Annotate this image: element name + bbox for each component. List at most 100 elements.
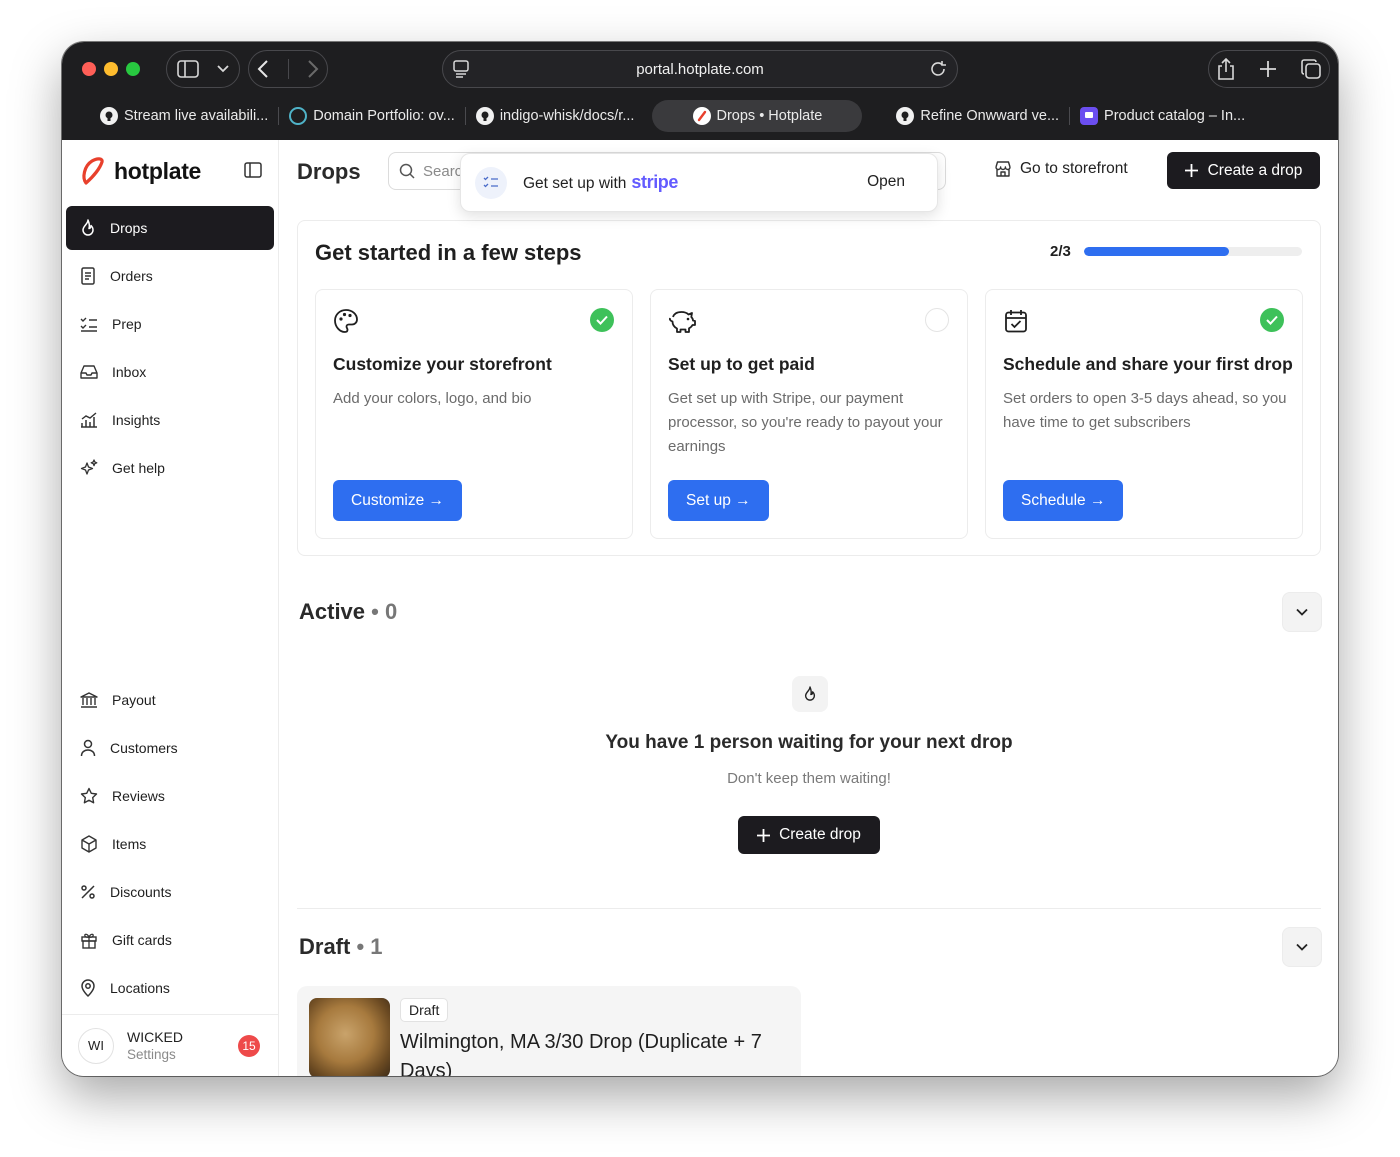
page-title: Drops bbox=[297, 159, 361, 184]
step-card-get-paid: Set up to get paid Get set up with Strip… bbox=[650, 289, 968, 539]
sidebar-item-get-help[interactable]: Get help bbox=[66, 446, 274, 490]
domain-icon bbox=[289, 107, 308, 125]
collapse-sidebar-icon[interactable] bbox=[244, 162, 262, 178]
sidebar-item-orders[interactable]: Orders bbox=[66, 254, 274, 298]
box-icon bbox=[81, 835, 97, 853]
draft-count: 1 bbox=[370, 934, 383, 959]
draft-drop-card[interactable]: Draft Wilmington, MA 3/30 Drop (Duplicat… bbox=[297, 986, 801, 1076]
percent-icon bbox=[81, 885, 95, 899]
stripe-logo: stripe bbox=[631, 172, 679, 192]
piggy-bank-icon bbox=[668, 311, 696, 333]
active-collapse-button[interactable] bbox=[1282, 592, 1322, 632]
sidebar-item-locations[interactable]: Locations bbox=[66, 966, 274, 1010]
new-tab-icon[interactable] bbox=[1259, 60, 1277, 78]
customize-button[interactable]: Customize → bbox=[333, 480, 463, 521]
brand-name: hotplate bbox=[114, 157, 202, 184]
browser-tab-active[interactable]: Drops • Hotplate bbox=[652, 100, 863, 132]
checklist-icon bbox=[80, 317, 97, 332]
palette-icon bbox=[334, 309, 358, 333]
search-icon bbox=[399, 163, 415, 179]
browser-sidebar-toggle[interactable] bbox=[166, 50, 240, 88]
popup-text: Get set up with bbox=[523, 175, 627, 192]
sidebar-item-items[interactable]: Items bbox=[66, 822, 274, 866]
stripe-setup-popup[interactable]: Get set up with stripe Open bbox=[460, 153, 938, 212]
step-description: Set orders to open 3-5 days ahead, so yo… bbox=[1003, 390, 1287, 431]
flame-icon bbox=[82, 219, 94, 236]
steps-progress-bar bbox=[1084, 247, 1302, 256]
schedule-button[interactable]: Schedule → bbox=[1003, 480, 1124, 521]
active-section-title: Active • 0 bbox=[299, 599, 398, 624]
create-a-drop-button[interactable]: Create a drop bbox=[1167, 152, 1320, 189]
plus-icon bbox=[757, 828, 771, 842]
chevron-down-icon bbox=[217, 65, 229, 73]
drop-title: Wilmington, MA 3/30 Drop (Duplicate + 7 … bbox=[400, 1031, 762, 1076]
step-card-schedule: Schedule and share your first drop Set o… bbox=[985, 289, 1303, 539]
sparkle-icon bbox=[80, 459, 98, 475]
step-description: Get set up with Stripe, our payment proc… bbox=[668, 390, 943, 455]
flame-icon bbox=[792, 676, 828, 712]
storefront-icon bbox=[995, 161, 1011, 177]
window-controls bbox=[82, 62, 140, 76]
step-title: Customize your storefront bbox=[333, 354, 552, 374]
chart-icon bbox=[81, 412, 97, 428]
sidebar-item-gift-cards[interactable]: Gift cards bbox=[66, 918, 274, 962]
account-settings-link[interactable]: Settings bbox=[127, 1046, 183, 1063]
sidebar-icon bbox=[177, 60, 199, 78]
brand-logo[interactable]: hotplate bbox=[80, 156, 201, 186]
browser-tab[interactable]: Product catalog – In... bbox=[1070, 100, 1255, 132]
pin-icon bbox=[81, 979, 95, 997]
sidebar-item-prep[interactable]: Prep bbox=[66, 302, 274, 346]
sidebar-item-payout[interactable]: Payout bbox=[66, 678, 274, 722]
sidebar-item-drops[interactable]: Drops bbox=[66, 206, 274, 250]
go-to-storefront-link[interactable]: Go to storefront bbox=[994, 160, 1128, 178]
calendar-check-icon bbox=[1005, 310, 1027, 333]
popup-open-button[interactable]: Open bbox=[867, 173, 905, 191]
minimize-window-button[interactable] bbox=[104, 62, 118, 76]
sidebar-item-inbox[interactable]: Inbox bbox=[66, 350, 274, 394]
account-name: WICKED bbox=[127, 1028, 183, 1045]
tab-overview-icon[interactable] bbox=[1301, 59, 1321, 79]
zoom-window-button[interactable] bbox=[126, 62, 140, 76]
progress-fill bbox=[1084, 247, 1230, 256]
notification-badge: 15 bbox=[238, 1035, 260, 1057]
star-icon bbox=[80, 787, 98, 804]
step-incomplete-circle-icon bbox=[925, 308, 949, 332]
set-up-button[interactable]: Set up → bbox=[668, 480, 769, 521]
page-menu-icon[interactable] bbox=[453, 60, 469, 78]
browser-tab[interactable]: indigo-whisk/docs/r... bbox=[466, 100, 645, 132]
sidebar-item-reviews[interactable]: Reviews bbox=[66, 774, 274, 818]
close-window-button[interactable] bbox=[82, 62, 96, 76]
browser-tab[interactable]: Domain Portfolio: ov... bbox=[279, 100, 465, 132]
draft-collapse-button[interactable] bbox=[1282, 927, 1322, 967]
sidebar-item-insights[interactable]: Insights bbox=[66, 398, 274, 442]
draft-section-title: Draft • 1 bbox=[299, 934, 383, 959]
gift-icon bbox=[81, 933, 97, 949]
forward-icon[interactable] bbox=[307, 60, 319, 78]
github-icon bbox=[896, 107, 915, 125]
browser-tab[interactable]: Stream live availabili... bbox=[90, 100, 278, 132]
status-badge: Draft bbox=[400, 998, 449, 1022]
create-drop-button[interactable]: Create drop bbox=[738, 816, 880, 854]
step-card-customize: Customize your storefront Add your color… bbox=[315, 289, 633, 539]
inbox-icon bbox=[80, 365, 98, 379]
onboarding-steps: Get started in a few steps 2/3 Customize… bbox=[297, 220, 1321, 556]
address-bar[interactable]: portal.hotplate.com bbox=[442, 50, 958, 88]
github-icon bbox=[475, 107, 494, 125]
back-icon[interactable] bbox=[257, 60, 269, 78]
chevron-down-icon bbox=[1296, 608, 1308, 616]
hotplate-logo-icon bbox=[82, 157, 104, 185]
sidebar-item-discounts[interactable]: Discounts bbox=[66, 870, 274, 914]
browser-toolbar: portal.hotplate.com Stream live availabi… bbox=[62, 42, 1338, 140]
sidebar: hotplate Drops Orders Prep Inbox Insight… bbox=[62, 140, 279, 1076]
reload-icon[interactable] bbox=[929, 60, 947, 78]
github-icon bbox=[100, 107, 118, 125]
share-icon[interactable] bbox=[1217, 58, 1235, 80]
browser-tab[interactable]: Refine Onwward ve... bbox=[886, 100, 1069, 132]
account-switcher[interactable]: WI WICKED Settings 15 bbox=[62, 1014, 279, 1076]
browser-window: portal.hotplate.com Stream live availabi… bbox=[62, 42, 1338, 1076]
section-divider bbox=[297, 908, 1321, 909]
main-content: Drops Search Get set up with stripe Open… bbox=[280, 140, 1338, 1076]
sidebar-item-customers[interactable]: Customers bbox=[66, 726, 274, 770]
bank-icon bbox=[80, 692, 98, 708]
empty-state-title: You have 1 person waiting for your next … bbox=[605, 732, 1013, 753]
